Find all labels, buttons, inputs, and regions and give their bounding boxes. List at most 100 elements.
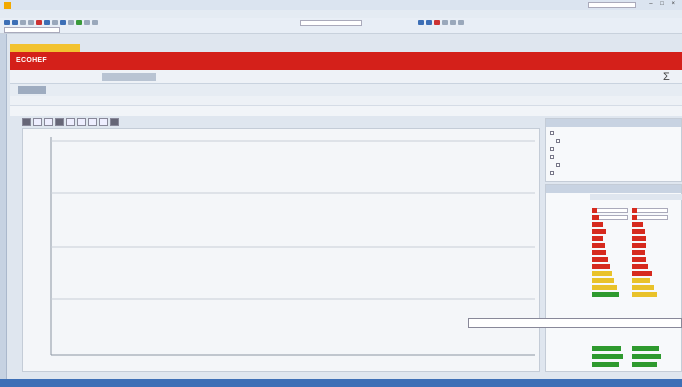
table-row[interactable]	[548, 257, 682, 263]
table-row[interactable]	[548, 264, 682, 270]
breakpoint-icon[interactable]	[442, 20, 448, 25]
chart-tool-2-icon[interactable]	[33, 118, 42, 126]
checkbox[interactable]	[550, 131, 554, 135]
value-bar-a	[592, 243, 605, 248]
table-row[interactable]	[548, 243, 682, 249]
chart-tool-5-icon[interactable]	[66, 118, 75, 126]
view-tab-5[interactable]	[202, 73, 208, 81]
redo-icon[interactable]	[68, 20, 74, 25]
toolbar	[0, 18, 682, 34]
value-bar-a	[592, 346, 621, 351]
filter-option-4[interactable]	[550, 155, 556, 159]
filter-option-1[interactable]	[550, 131, 556, 135]
save-icon[interactable]	[20, 20, 26, 25]
value-bar-a	[592, 257, 608, 262]
value-bar-b	[632, 257, 646, 262]
checkbox[interactable]	[550, 147, 554, 151]
chart-toolbar	[22, 118, 119, 127]
table-row[interactable]	[548, 354, 682, 360]
table-header	[546, 185, 681, 193]
activate-icon[interactable]	[418, 20, 424, 25]
sub-tabs	[10, 84, 682, 96]
value-bar-b	[632, 292, 657, 297]
table-row[interactable]	[548, 250, 682, 256]
value-bar-b	[632, 215, 637, 220]
view-tab-4[interactable]	[170, 73, 176, 81]
paste-icon[interactable]	[52, 20, 58, 25]
sub-tab-2[interactable]	[54, 86, 66, 94]
filter-option-5[interactable]	[556, 163, 562, 167]
table-row[interactable]	[548, 215, 682, 221]
search-input[interactable]	[588, 2, 636, 8]
side-panel	[545, 118, 682, 372]
value-cell	[632, 208, 668, 213]
checkbox[interactable]	[556, 163, 560, 167]
chart-area[interactable]	[22, 128, 540, 372]
run-icon[interactable]	[76, 20, 82, 25]
chart-tooltip-secondary	[470, 331, 540, 338]
table-row[interactable]	[548, 208, 682, 214]
left-tool-strip	[0, 34, 7, 379]
login-icon[interactable]	[426, 20, 432, 25]
open-icon[interactable]	[12, 20, 18, 25]
checkbox[interactable]	[550, 155, 554, 159]
tc-hint-bar	[10, 106, 682, 116]
value-bar-b	[632, 354, 661, 359]
view-tab-3[interactable]	[102, 73, 156, 81]
document-tab[interactable]	[10, 44, 80, 52]
filter-option-2[interactable]	[556, 139, 562, 143]
chart-tool-8-icon[interactable]	[99, 118, 108, 126]
chart-tool-3-icon[interactable]	[44, 118, 53, 126]
logout-icon[interactable]	[434, 20, 440, 25]
table-row[interactable]	[548, 362, 682, 368]
filter-option-6[interactable]	[550, 171, 556, 175]
brand-logo: ECOHEF	[16, 57, 47, 64]
copy-icon[interactable]	[44, 20, 50, 25]
build-icon[interactable]	[92, 20, 98, 25]
value-bar-b	[632, 271, 652, 276]
checkbox[interactable]	[556, 139, 560, 143]
value-bar-b	[632, 264, 648, 269]
undo-icon[interactable]	[60, 20, 66, 25]
sigma-icon[interactable]: Σ	[663, 71, 670, 83]
cut-icon[interactable]	[36, 20, 42, 25]
step-icon[interactable]	[450, 20, 456, 25]
value-bar-a	[592, 208, 597, 213]
value-cell	[592, 208, 628, 213]
chart-tool-4-icon[interactable]	[55, 118, 64, 126]
value-bar-b	[632, 362, 657, 367]
table-row[interactable]	[548, 271, 682, 277]
target-combo[interactable]	[300, 20, 362, 26]
value-bar-a	[592, 264, 610, 269]
stop-icon[interactable]	[84, 20, 90, 25]
results-table	[545, 184, 682, 372]
save-all-icon[interactable]	[28, 20, 34, 25]
value-bar-a	[592, 354, 623, 359]
table-row[interactable]	[548, 285, 682, 291]
chart-tool-1-icon[interactable]	[22, 118, 31, 126]
chart-tool-6-icon[interactable]	[77, 118, 86, 126]
value-bar-b	[632, 236, 646, 241]
checkbox[interactable]	[550, 171, 554, 175]
toolbar-right-group	[418, 20, 464, 25]
table-row[interactable]	[548, 292, 682, 298]
filter-combo[interactable]	[4, 27, 60, 33]
sub-tab-1[interactable]	[18, 86, 46, 94]
view-tabs: Σ	[10, 70, 682, 84]
view-tab-1[interactable]	[14, 73, 20, 81]
filter-option-3[interactable]	[550, 147, 556, 151]
value-bar-a	[592, 229, 606, 234]
chart-tool-9-icon[interactable]	[110, 118, 119, 126]
table-row[interactable]	[548, 278, 682, 284]
table-row[interactable]	[548, 229, 682, 235]
window-controls[interactable]: – □ ×	[649, 1, 678, 7]
table-row[interactable]	[548, 236, 682, 242]
watch-icon[interactable]	[458, 20, 464, 25]
pane-headers	[10, 96, 682, 106]
view-tab-2[interactable]	[50, 73, 56, 81]
table-row[interactable]	[548, 222, 682, 228]
table-row[interactable]	[548, 346, 682, 352]
new-icon[interactable]	[4, 20, 10, 25]
chart-tool-7-icon[interactable]	[88, 118, 97, 126]
value-bar-a	[592, 215, 599, 220]
